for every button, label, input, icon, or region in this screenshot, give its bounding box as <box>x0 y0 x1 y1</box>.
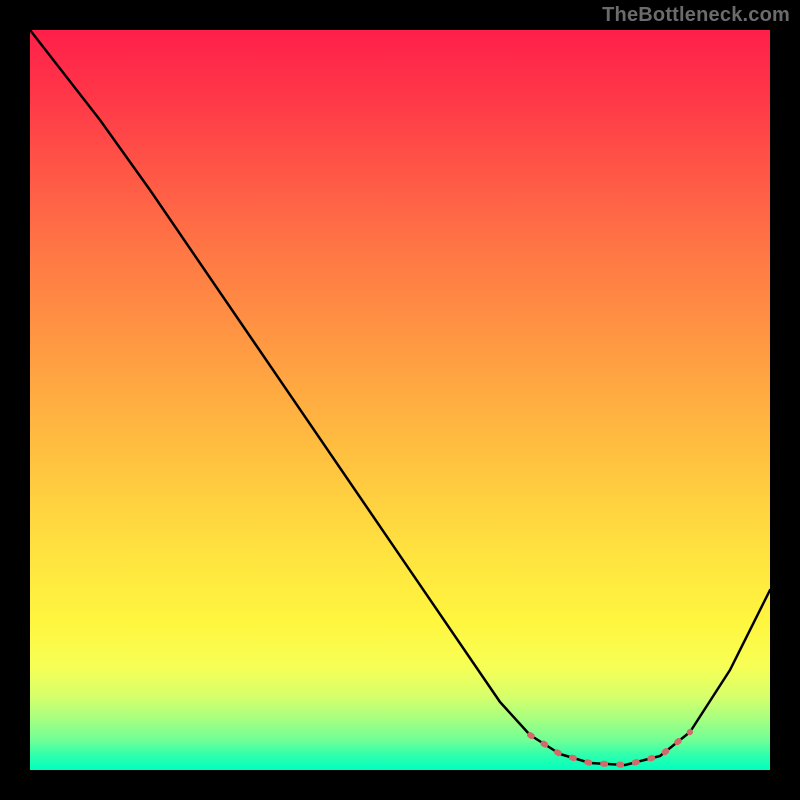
curve-layer <box>30 30 770 770</box>
plot-area <box>30 30 770 770</box>
watermark-text: TheBottleneck.com <box>602 4 790 27</box>
chart-stage: TheBottleneck.com <box>0 0 800 800</box>
optimal-range-dots <box>530 732 690 765</box>
bottleneck-curve <box>30 30 770 765</box>
